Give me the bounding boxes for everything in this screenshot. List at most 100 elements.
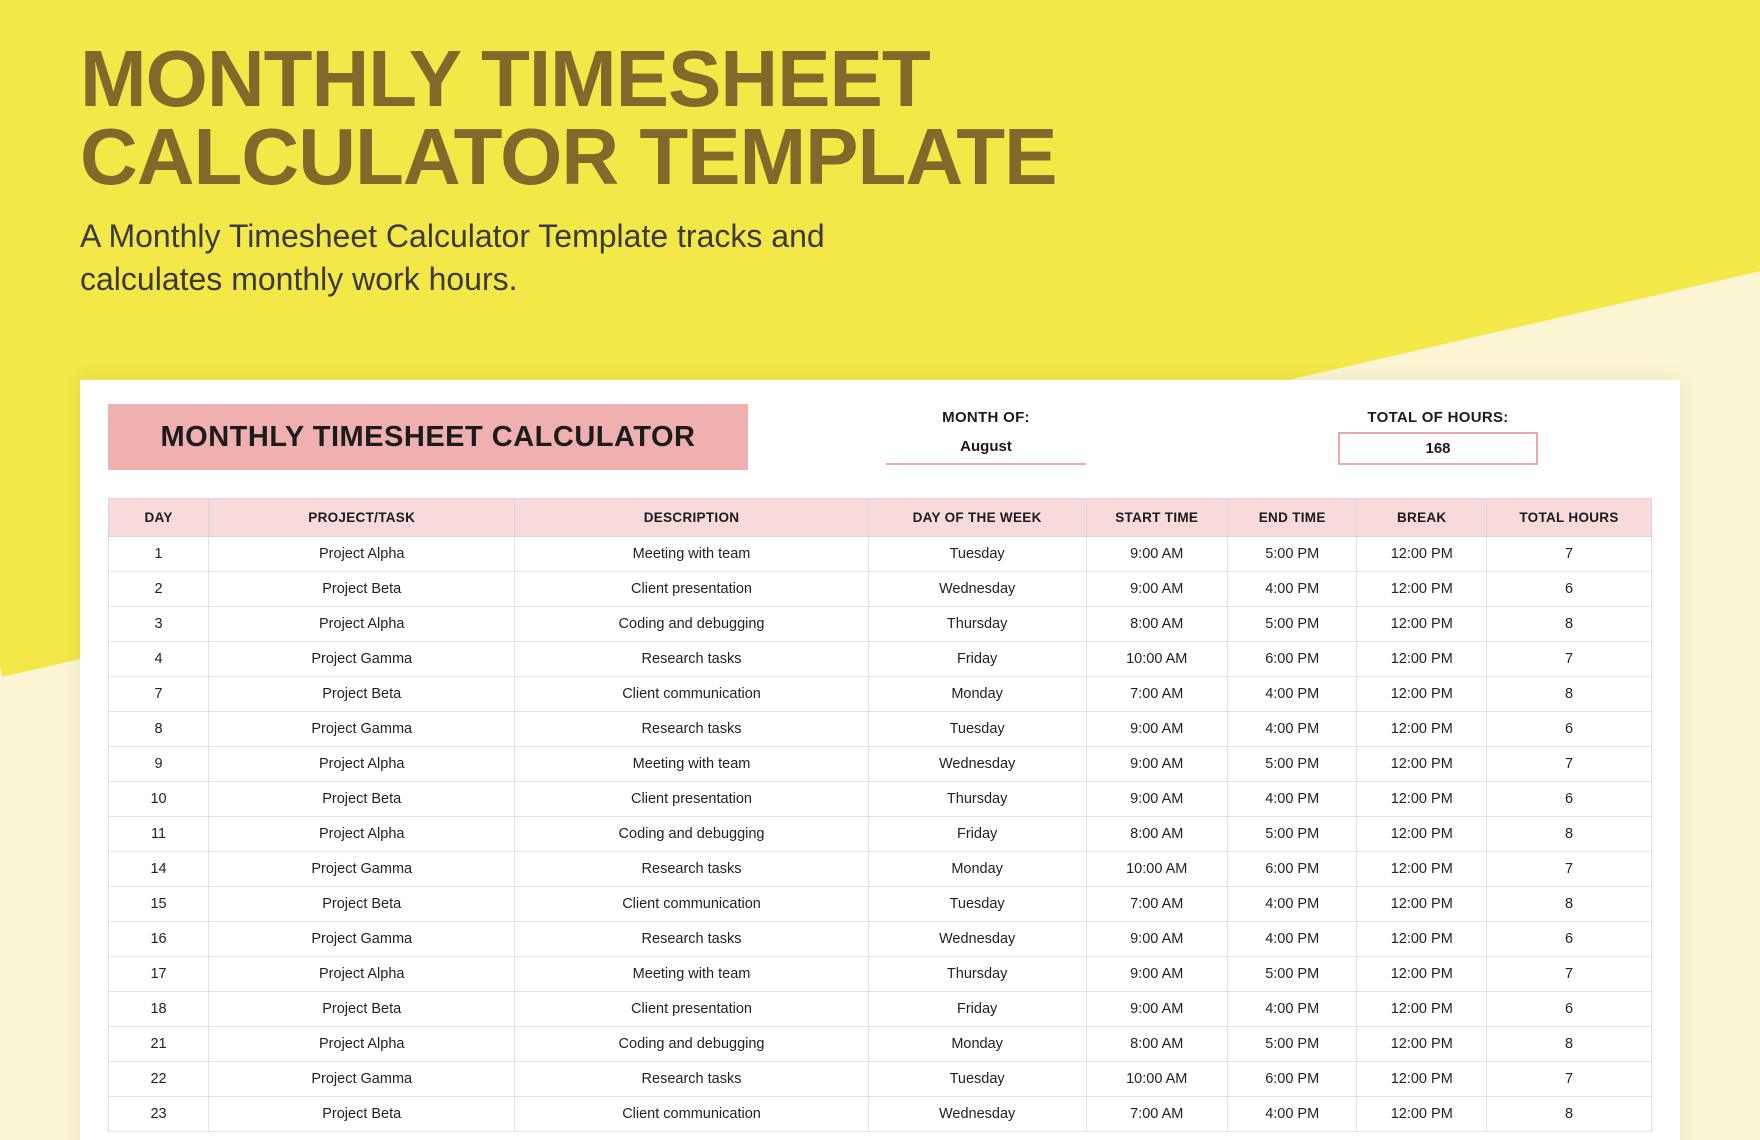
cell-proj: Project Gamma xyxy=(209,922,515,957)
table-row: 2Project BetaClient presentationWednesda… xyxy=(109,572,1652,607)
cell-st: 9:00 AM xyxy=(1086,922,1227,957)
cell-st: 9:00 AM xyxy=(1086,782,1227,817)
cell-st: 7:00 AM xyxy=(1086,1097,1227,1132)
cell-et: 6:00 PM xyxy=(1227,642,1357,677)
cell-th: 7 xyxy=(1487,537,1652,572)
cell-proj: Project Beta xyxy=(209,887,515,922)
template-card: MONTHLY TIMESHEET CALCULATOR TEMPLATE A … xyxy=(0,0,1760,1140)
cell-et: 4:00 PM xyxy=(1227,922,1357,957)
cell-proj: Project Alpha xyxy=(209,1027,515,1062)
cell-day: 21 xyxy=(109,1027,209,1062)
cell-dow: Thursday xyxy=(868,607,1086,642)
cell-th: 6 xyxy=(1487,712,1652,747)
cell-br: 12:00 PM xyxy=(1357,642,1487,677)
cell-desc: Meeting with team xyxy=(515,537,868,572)
cell-desc: Research tasks xyxy=(515,922,868,957)
table-row: 14Project GammaResearch tasksMonday10:00… xyxy=(109,852,1652,887)
table-row: 23Project BetaClient communicationWednes… xyxy=(109,1097,1652,1132)
cell-br: 12:00 PM xyxy=(1357,607,1487,642)
table-row: 11Project AlphaCoding and debuggingFrida… xyxy=(109,817,1652,852)
cell-st: 8:00 AM xyxy=(1086,1027,1227,1062)
cell-day: 4 xyxy=(109,642,209,677)
cell-day: 8 xyxy=(109,712,209,747)
cell-st: 9:00 AM xyxy=(1086,572,1227,607)
cell-br: 12:00 PM xyxy=(1357,817,1487,852)
cell-et: 4:00 PM xyxy=(1227,1097,1357,1132)
cell-et: 4:00 PM xyxy=(1227,712,1357,747)
cell-dow: Friday xyxy=(868,642,1086,677)
cell-day: 1 xyxy=(109,537,209,572)
cell-st: 8:00 AM xyxy=(1086,607,1227,642)
cell-proj: Project Alpha xyxy=(209,607,515,642)
cell-et: 4:00 PM xyxy=(1227,572,1357,607)
cell-st: 9:00 AM xyxy=(1086,712,1227,747)
hero-subtitle: A Monthly Timesheet Calculator Template … xyxy=(80,215,900,301)
cell-day: 3 xyxy=(109,607,209,642)
table-header: DAYPROJECT/TASKDESCRIPTIONDAY OF THE WEE… xyxy=(109,499,1652,537)
cell-dow: Monday xyxy=(868,852,1086,887)
cell-st: 7:00 AM xyxy=(1086,677,1227,712)
cell-proj: Project Alpha xyxy=(209,817,515,852)
cell-day: 7 xyxy=(109,677,209,712)
cell-br: 12:00 PM xyxy=(1357,1027,1487,1062)
table-row: 21Project AlphaCoding and debuggingMonda… xyxy=(109,1027,1652,1062)
table-row: 16Project GammaResearch tasksWednesday9:… xyxy=(109,922,1652,957)
cell-proj: Project Gamma xyxy=(209,852,515,887)
col-header: TOTAL HOURS xyxy=(1487,499,1652,537)
table-row: 18Project BetaClient presentationFriday9… xyxy=(109,992,1652,1027)
cell-proj: Project Alpha xyxy=(209,957,515,992)
cell-th: 8 xyxy=(1487,1097,1652,1132)
cell-desc: Coding and debugging xyxy=(515,607,868,642)
cell-proj: Project Beta xyxy=(209,572,515,607)
cell-desc: Client presentation xyxy=(515,572,868,607)
table-row: 22Project GammaResearch tasksTuesday10:0… xyxy=(109,1062,1652,1097)
cell-proj: Project Beta xyxy=(209,782,515,817)
cell-br: 12:00 PM xyxy=(1357,712,1487,747)
cell-et: 4:00 PM xyxy=(1227,887,1357,922)
cell-et: 5:00 PM xyxy=(1227,747,1357,782)
cell-desc: Coding and debugging xyxy=(515,817,868,852)
cell-et: 6:00 PM xyxy=(1227,1062,1357,1097)
cell-et: 6:00 PM xyxy=(1227,852,1357,887)
cell-day: 9 xyxy=(109,747,209,782)
table-row: 10Project BetaClient presentationThursda… xyxy=(109,782,1652,817)
cell-day: 14 xyxy=(109,852,209,887)
table-body: 1Project AlphaMeeting with teamTuesday9:… xyxy=(109,537,1652,1132)
table-row: 15Project BetaClient communicationTuesda… xyxy=(109,887,1652,922)
cell-et: 5:00 PM xyxy=(1227,1027,1357,1062)
cell-day: 16 xyxy=(109,922,209,957)
cell-dow: Wednesday xyxy=(868,747,1086,782)
cell-th: 6 xyxy=(1487,572,1652,607)
cell-day: 2 xyxy=(109,572,209,607)
table-row: 8Project GammaResearch tasksTuesday9:00 … xyxy=(109,712,1652,747)
cell-th: 8 xyxy=(1487,607,1652,642)
cell-st: 9:00 AM xyxy=(1086,747,1227,782)
table-row: 3Project AlphaCoding and debuggingThursd… xyxy=(109,607,1652,642)
cell-st: 10:00 AM xyxy=(1086,852,1227,887)
cell-desc: Research tasks xyxy=(515,1062,868,1097)
sheet-topbar: MONTHLY TIMESHEET CALCULATOR MONTH OF: A… xyxy=(108,404,1652,470)
cell-th: 8 xyxy=(1487,1027,1652,1062)
cell-st: 9:00 AM xyxy=(1086,537,1227,572)
cell-dow: Tuesday xyxy=(868,712,1086,747)
hero-block: MONTHLY TIMESHEET CALCULATOR TEMPLATE A … xyxy=(80,40,1280,301)
cell-st: 9:00 AM xyxy=(1086,992,1227,1027)
cell-day: 23 xyxy=(109,1097,209,1132)
cell-th: 7 xyxy=(1487,642,1652,677)
cell-desc: Client communication xyxy=(515,887,868,922)
cell-br: 12:00 PM xyxy=(1357,572,1487,607)
cell-proj: Project Beta xyxy=(209,1097,515,1132)
cell-st: 10:00 AM xyxy=(1086,642,1227,677)
cell-et: 4:00 PM xyxy=(1227,992,1357,1027)
cell-br: 12:00 PM xyxy=(1357,1062,1487,1097)
cell-dow: Tuesday xyxy=(868,537,1086,572)
cell-dow: Tuesday xyxy=(868,887,1086,922)
col-header: END TIME xyxy=(1227,499,1357,537)
cell-desc: Research tasks xyxy=(515,712,868,747)
cell-proj: Project Alpha xyxy=(209,537,515,572)
cell-th: 8 xyxy=(1487,817,1652,852)
hero-title-line-2: CALCULATOR TEMPLATE xyxy=(80,112,1056,201)
cell-dow: Monday xyxy=(868,1027,1086,1062)
cell-et: 5:00 PM xyxy=(1227,537,1357,572)
cell-dow: Thursday xyxy=(868,782,1086,817)
